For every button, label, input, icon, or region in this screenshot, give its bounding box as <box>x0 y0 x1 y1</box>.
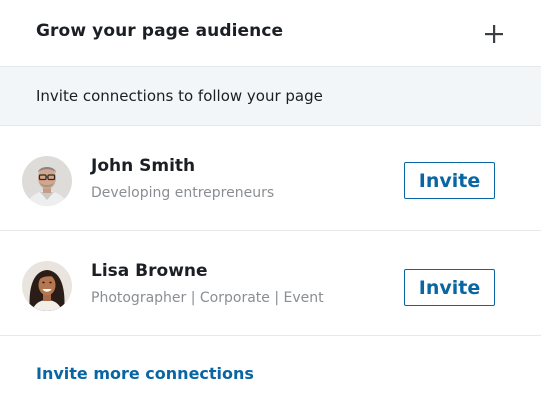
connection-headline: Developing entrepreneurs <box>91 185 275 201</box>
connection-row: Lisa Browne Photographer | Corporate | E… <box>0 231 541 336</box>
grow-audience-card: Grow your page audience Invite connectio… <box>0 0 541 411</box>
card-title: Grow your page audience <box>36 21 284 41</box>
connection-row: John Smith Developing entrepreneurs Invi… <box>0 126 541 231</box>
add-button[interactable] <box>484 24 504 44</box>
connection-name[interactable]: John Smith <box>91 156 195 176</box>
connection-headline: Photographer | Corporate | Event <box>91 290 324 306</box>
card-header: Grow your page audience <box>0 0 541 67</box>
invite-more-connections-link[interactable]: Invite more connections <box>36 364 254 383</box>
avatar[interactable] <box>22 261 72 311</box>
connection-name[interactable]: Lisa Browne <box>91 261 208 281</box>
banner-text: Invite connections to follow your page <box>36 87 323 105</box>
avatar[interactable] <box>22 156 72 206</box>
plus-icon <box>484 24 504 44</box>
invite-connections-banner: Invite connections to follow your page <box>0 67 541 126</box>
invite-button[interactable]: Invite <box>404 162 495 199</box>
invite-button[interactable]: Invite <box>404 269 495 306</box>
